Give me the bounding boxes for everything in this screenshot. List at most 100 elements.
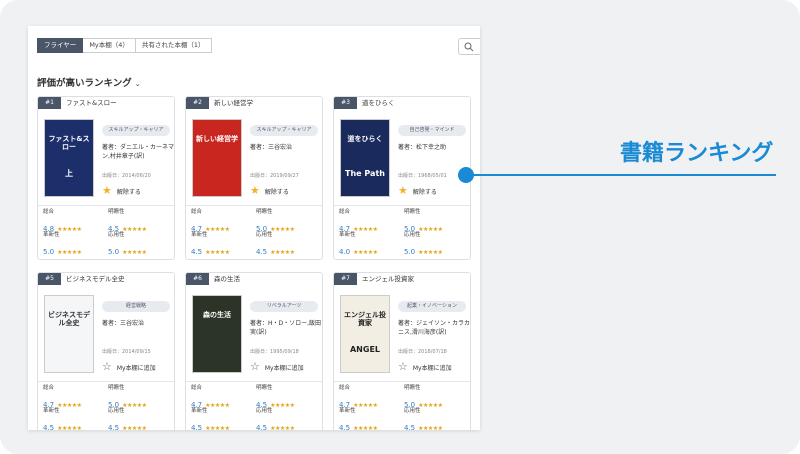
sort-dropdown[interactable]: 評価が高いランキング ⌄ <box>37 75 141 89</box>
metric-label: 応用性 <box>108 232 125 238</box>
metric-label: 応用性 <box>256 408 273 414</box>
book-card[interactable]: #5 ビジネスモデル全史 ビジネスモデル全史 経営戦略 著者：三谷宏治 出版日：2014/… <box>37 272 175 430</box>
cover-title: ビジネスモデル全史 <box>48 311 90 327</box>
category-tag[interactable]: 自己啓発・マインド <box>398 125 466 136</box>
metric-value: 4.0 <box>339 248 351 256</box>
metric-label: 応用性 <box>404 232 421 238</box>
metric-innovation: 革新性 5.0 ★★★★★ <box>43 232 105 256</box>
search-input[interactable] <box>458 38 480 55</box>
publish-date: 出版日：2014/06/20 <box>102 173 151 179</box>
book-cover[interactable]: ビジネスモデル全史 <box>44 295 94 373</box>
book-cover[interactable]: ファスト&スロー上 <box>44 119 94 197</box>
metric-overall: 総合 4.8 ★★★★★ <box>43 209 105 233</box>
tab-shared-shelf[interactable]: 共有された本棚（1） <box>135 38 212 53</box>
metric-label: 明瞭性 <box>108 385 125 391</box>
metric-value: 5.0 <box>43 248 55 256</box>
metric-innovation: 革新性 4.5 ★★★★★ <box>191 232 253 256</box>
rating-stars-icon: ★★★★★ <box>418 425 443 430</box>
book-title[interactable]: 新しい経営学 <box>214 97 253 109</box>
metric-applicability: 応用性 4.5 ★★★★★ <box>256 232 318 256</box>
remove-from-shelf-button[interactable]: ★ 解除する <box>398 184 437 197</box>
callout-line <box>466 174 776 176</box>
metric-value: 4.5 <box>191 248 203 256</box>
metric-overall: 総合 4.7 ★★★★★ <box>43 385 105 409</box>
cover-title: エンジェル投資家 <box>344 311 386 327</box>
book-cover[interactable]: 道をひらく The Path <box>340 119 390 197</box>
star-filled-icon: ★ <box>102 184 112 197</box>
metric-applicability: 応用性 4.5 ★★★★★ <box>108 408 170 430</box>
metric-applicability: 応用性 5.0 ★★★★★ <box>108 232 170 256</box>
author-text: 著者：三谷宏治 <box>102 320 145 327</box>
metric-innovation: 革新性 4.5 ★★★★★ <box>43 408 105 430</box>
book-title[interactable]: エンジェル投資家 <box>362 273 414 285</box>
metric-label: 総合 <box>43 385 55 391</box>
action-label: My本棚に追加 <box>412 364 452 372</box>
metric-value: 5.0 <box>404 248 416 256</box>
metric-clarity: 明瞭性 4.5 ★★★★★ <box>108 209 170 233</box>
category-tag[interactable]: スキルアップ・キャリア <box>102 125 170 136</box>
cover-subtitle: ANGEL <box>349 345 380 354</box>
category-tag[interactable]: 経営戦略 <box>102 301 170 312</box>
book-cover[interactable]: 森の生活 <box>192 295 242 373</box>
book-card[interactable]: #2 新しい経営学 新しい経営学 スキルアップ・キャリア 著者：三谷宏治 出版日：2019… <box>185 96 323 260</box>
metric-label: 革新性 <box>191 232 208 238</box>
action-label: 解除する <box>116 188 141 196</box>
tab-flier[interactable]: フライヤー <box>37 38 84 53</box>
metric-overall: 総合 4.7 ★★★★★ <box>191 209 253 233</box>
rank-badge: #2 <box>186 97 209 109</box>
rating-stars-icon: ★★★★★ <box>57 425 82 430</box>
book-card[interactable]: #3 道をひらく 道をひらく The Path 自己啓発・マインド 著者：松下幸之助 出版日… <box>333 96 471 260</box>
book-title[interactable]: ビジネスモデル全史 <box>66 273 125 285</box>
action-label: 解除する <box>412 188 437 196</box>
metric-label: 明瞭性 <box>256 209 273 215</box>
metric-label: 革新性 <box>191 408 208 414</box>
book-title[interactable]: ファスト&スロー <box>66 97 117 109</box>
category-tag[interactable]: リベラルアーツ <box>250 301 318 312</box>
metric-innovation: 革新性 4.0 ★★★★★ <box>339 232 401 256</box>
search-icon <box>464 42 474 52</box>
divider <box>186 381 322 382</box>
book-card[interactable]: #6 森の生活 森の生活 リベラルアーツ 著者：H・D・ソロー,飯田実(訳) 出版日：19… <box>185 272 323 430</box>
divider <box>186 205 322 206</box>
category-tag[interactable]: スキルアップ・キャリア <box>250 125 318 136</box>
book-title[interactable]: 森の生活 <box>214 273 240 285</box>
book-cover[interactable]: エンジェル投資家 ANGEL <box>340 295 390 373</box>
callout-dot <box>458 167 474 183</box>
tab-my-shelf[interactable]: My本棚（4） <box>83 38 136 53</box>
category-tag[interactable]: 起業・イノベーション <box>398 301 466 312</box>
add-to-shelf-button[interactable]: ☆ My本棚に追加 <box>250 361 304 372</box>
rating-stars-icon: ★★★★★ <box>205 425 230 430</box>
book-card[interactable]: #7 エンジェル投資家 エンジェル投資家 ANGEL 起業・イノベーション 著者：ジェイソ… <box>333 272 471 430</box>
action-label: My本棚に追加 <box>264 364 304 372</box>
star-outline-icon: ☆ <box>102 360 112 373</box>
shelf-tabs: フライヤー My本棚（4） 共有された本棚（1） <box>37 38 212 53</box>
metric-applicability: 応用性 5.0 ★★★★★ <box>404 232 466 256</box>
author-text: 著者：H・D・ソロー,飯田実(訳) <box>250 320 322 336</box>
remove-from-shelf-button[interactable]: ★ 解除する <box>250 185 289 196</box>
author-text: 著者：ダニエル・カーネマン,村井章子(訳) <box>102 144 175 160</box>
publish-date: 出版日：2019/09/27 <box>250 173 299 179</box>
book-title[interactable]: 道をひらく <box>362 97 395 109</box>
publish-date: 出版日：2014/09/15 <box>102 349 151 355</box>
metric-value: 4.5 <box>108 424 120 430</box>
metric-label: 明瞭性 <box>256 385 273 391</box>
metric-overall: 総合 4.7 ★★★★★ <box>339 209 401 233</box>
remove-from-shelf-button[interactable]: ★ 解除する <box>102 184 141 197</box>
sort-label: 評価が高いランキング <box>37 78 132 89</box>
chevron-down-icon: ⌄ <box>134 80 141 88</box>
metric-label: 革新性 <box>43 408 60 414</box>
add-to-shelf-button[interactable]: ☆ My本棚に追加 <box>398 360 452 373</box>
rank-badge: #1 <box>38 97 61 109</box>
book-card[interactable]: #1 ファスト&スロー ファスト&スロー上スキルアップ・キャリア 著者：ダニエル・カー… <box>37 96 175 260</box>
publish-date: 出版日：1995/09/18 <box>250 349 299 355</box>
cover-title: ファスト&スロー <box>48 135 90 151</box>
star-outline-icon: ☆ <box>398 360 408 373</box>
divider <box>38 205 174 206</box>
metric-value: 4.5 <box>256 424 268 430</box>
metric-label: 革新性 <box>43 232 60 238</box>
metric-label: 総合 <box>339 385 351 391</box>
add-to-shelf-button[interactable]: ☆ My本棚に追加 <box>102 360 156 373</box>
metric-overall: 総合 4.7 ★★★★★ <box>339 385 401 409</box>
star-filled-icon: ★ <box>398 184 408 197</box>
book-cover[interactable]: 新しい経営学 <box>192 119 242 197</box>
